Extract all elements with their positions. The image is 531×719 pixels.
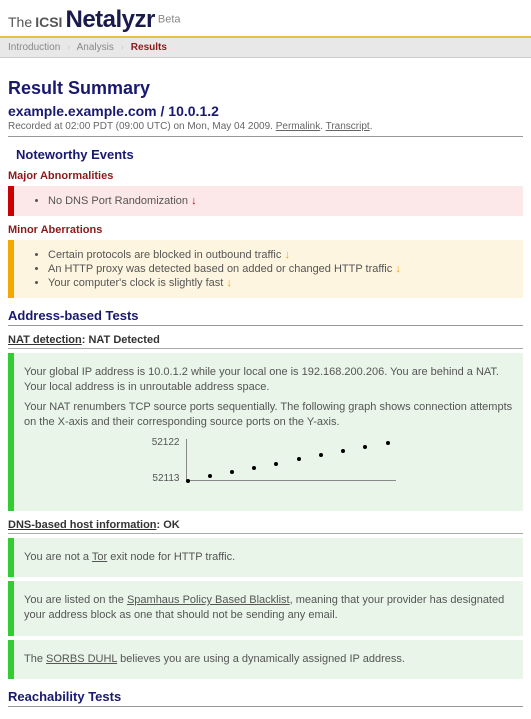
breadcrumb-sep: › — [121, 42, 124, 53]
breadcrumb-item[interactable]: Analysis — [77, 42, 114, 53]
panel-text: You are listed on the Spamhaus Policy Ba… — [24, 593, 515, 624]
y-tick-label: 52113 — [140, 473, 180, 484]
transcript-link[interactable]: Transcript — [326, 121, 370, 132]
recorded-text: Recorded at 02:00 PDT (09:00 UTC) on Mon… — [8, 121, 276, 132]
major-panel: No DNS Port Randomization ↓ — [8, 186, 523, 216]
major-title: Major Abnormalities — [8, 170, 523, 182]
chart-point — [386, 441, 390, 445]
permalink-link[interactable]: Permalink — [276, 121, 320, 132]
down-arrow-icon: ↓ — [395, 263, 401, 275]
down-arrow-icon: ↓ — [191, 195, 197, 207]
reach-title: Reachability Tests — [8, 689, 523, 707]
breadcrumb-item[interactable]: Introduction — [8, 42, 60, 53]
chart-point — [186, 479, 190, 483]
panel-text: The SORBS DUHL believes you are using a … — [24, 652, 515, 667]
breadcrumb: Introduction › Analysis › Results — [0, 38, 531, 58]
noteworthy-title: Noteworthy Events — [16, 147, 523, 162]
recorded-line: Recorded at 02:00 PDT (09:00 UTC) on Mon… — [8, 121, 523, 137]
beta-badge: Beta — [158, 13, 181, 25]
list-item[interactable]: An HTTP proxy was detected based on adde… — [48, 262, 515, 276]
test-value: NAT Detected — [88, 334, 159, 346]
list-item[interactable]: Certain protocols are blocked in outboun… — [48, 248, 515, 262]
down-arrow-icon: ↓ — [226, 277, 232, 289]
spamhaus-link[interactable]: Spamhaus Policy Based Blacklist — [127, 594, 290, 606]
panel-text: Your global IP address is 10.0.1.2 while… — [24, 365, 515, 396]
tor-link[interactable]: Tor — [92, 551, 107, 563]
address-title: Address-based Tests — [8, 308, 523, 326]
header-icsi: ICSI — [35, 14, 62, 30]
sorbs-link[interactable]: SORBS DUHL — [46, 653, 117, 665]
dns-panel-2: You are listed on the Spamhaus Policy Ba… — [8, 581, 523, 636]
page-title: Result Summary — [8, 78, 523, 99]
nat-panel: Your global IP address is 10.0.1.2 while… — [8, 353, 523, 511]
minor-title: Minor Aberrations — [8, 224, 523, 236]
dns-panel-3: The SORBS DUHL believes you are using a … — [8, 640, 523, 679]
client-info: example.example.com / 10.0.1.2 — [8, 103, 523, 119]
dns-panel-1: You are not a Tor exit node for HTTP tra… — [8, 538, 523, 577]
panel-text: Your NAT renumbers TCP source ports sequ… — [24, 400, 515, 431]
minor-panel: Certain protocols are blocked in outboun… — [8, 240, 523, 298]
list-item[interactable]: No DNS Port Randomization ↓ — [48, 194, 515, 208]
app-header: The ICSI Netalyzr Beta — [0, 0, 531, 38]
test-heading: NAT detection: NAT Detected — [8, 334, 523, 349]
test-name[interactable]: NAT detection — [8, 334, 82, 346]
test-heading: DNS-based host information: OK — [8, 519, 523, 534]
breadcrumb-sep: › — [67, 42, 70, 53]
down-arrow-icon: ↓ — [284, 249, 290, 261]
panel-text: You are not a Tor exit node for HTTP tra… — [24, 550, 515, 565]
test-value: OK — [163, 519, 180, 531]
nat-port-chart: 52122 52113 — [140, 439, 400, 495]
test-name[interactable]: DNS-based host information — [8, 519, 157, 531]
list-item[interactable]: Your computer's clock is slightly fast ↓ — [48, 276, 515, 290]
y-tick-label: 52122 — [140, 437, 180, 448]
header-the: The — [8, 14, 32, 30]
breadcrumb-current: Results — [131, 42, 167, 53]
app-name: Netalyzr — [65, 6, 154, 33]
